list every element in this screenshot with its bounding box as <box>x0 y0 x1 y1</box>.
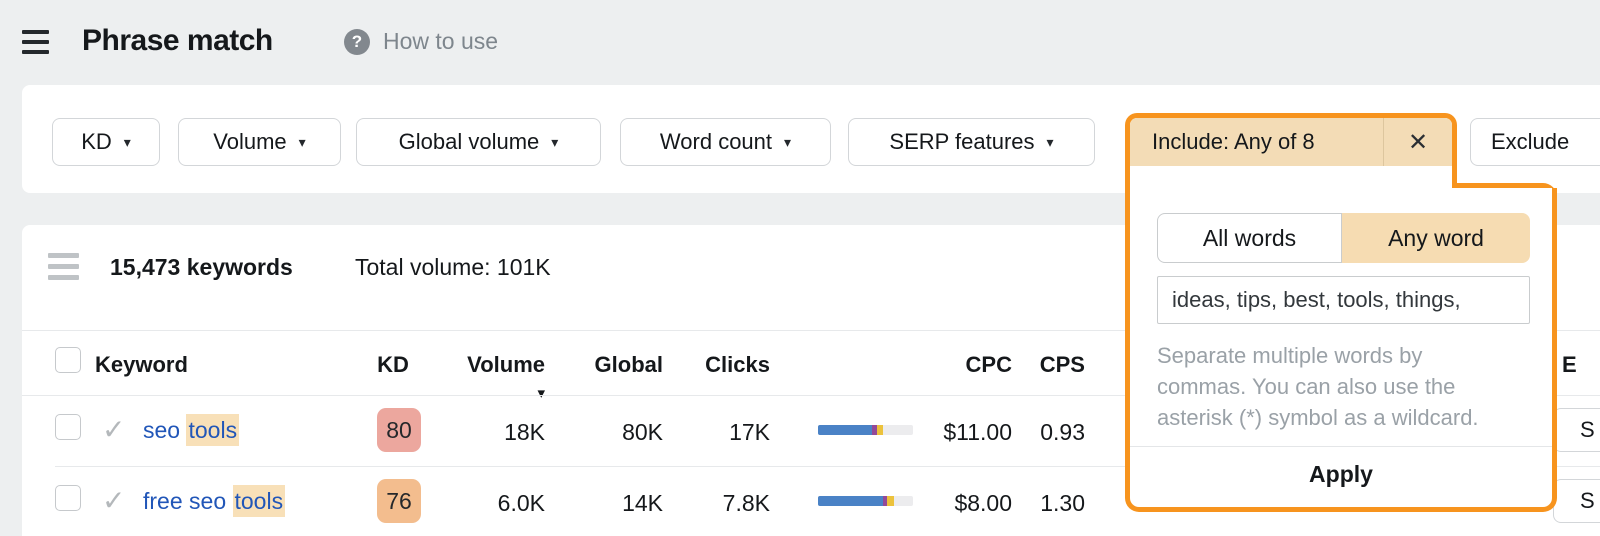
chevron-down-icon: ▾ <box>551 134 558 151</box>
include-filter-chip-button[interactable]: Include: Any of 8 ✕ <box>1130 118 1452 166</box>
tab-all-words[interactable]: All words <box>1157 213 1342 263</box>
chevron-down-icon: ▾ <box>784 134 791 151</box>
cpc-value: $11.00 <box>902 419 1012 446</box>
close-icon[interactable]: ✕ <box>1384 128 1452 157</box>
chevron-down-icon: ▾ <box>124 134 131 151</box>
keyword-text: seo <box>143 417 186 443</box>
column-header-global[interactable]: Global <box>573 352 663 378</box>
column-header-volume-label: Volume <box>467 352 545 377</box>
tab-all-words-label: All words <box>1203 225 1296 252</box>
chevron-down-icon: ▾ <box>299 134 306 151</box>
total-volume: Total volume: 101K <box>355 254 551 281</box>
clicks-value: 17K <box>680 419 770 446</box>
column-header-keyword[interactable]: Keyword <box>95 352 188 378</box>
keywords-count: 15,473 keywords <box>110 254 293 281</box>
keyword-link[interactable]: seo tools <box>143 417 239 444</box>
kd-badge: 76 <box>377 479 421 523</box>
keyword-text: free seo <box>143 488 233 514</box>
filter-word-count-button[interactable]: Word count ▾ <box>620 118 831 166</box>
cpc-value: $8.00 <box>902 490 1012 517</box>
include-filter-widget: Include: Any of 8 ✕ All words Any word S… <box>1125 113 1557 512</box>
filter-volume-button[interactable]: Volume ▾ <box>178 118 341 166</box>
tab-any-word-label: Any word <box>1388 225 1484 252</box>
include-filter-label: Include: Any of 8 <box>1130 129 1383 155</box>
kd-badge: 80 <box>377 408 421 452</box>
serp-button-partial[interactable]: S <box>1553 408 1600 452</box>
filter-serp-features-button[interactable]: SERP features ▾ <box>848 118 1095 166</box>
menu-icon[interactable] <box>22 30 50 57</box>
filter-global-volume-label: Global volume <box>399 129 540 155</box>
keyword-highlighted-text: tools <box>186 414 239 446</box>
word-match-toggle: All words Any word <box>1157 213 1530 263</box>
clicks-value: 7.8K <box>680 490 770 517</box>
column-header-kd[interactable]: KD <box>371 352 415 378</box>
chevron-down-icon: ▾ <box>1047 134 1054 151</box>
include-help-text: Separate multiple words by commas. You c… <box>1157 340 1497 433</box>
cps-value: 0.93 <box>1025 419 1085 446</box>
filter-volume-label: Volume <box>213 129 286 155</box>
column-header-cpc[interactable]: CPC <box>902 352 1012 378</box>
tab-any-word[interactable]: Any word <box>1342 213 1530 263</box>
clicks-distribution-bar <box>818 496 913 506</box>
include-filter-chip: Include: Any of 8 ✕ <box>1125 113 1457 188</box>
page-title: Phrase match <box>82 24 273 58</box>
volume-value: 6.0K <box>455 490 545 517</box>
help-question-icon[interactable]: ? <box>344 29 370 55</box>
filter-global-volume-button[interactable]: Global volume ▾ <box>356 118 601 166</box>
keyword-link[interactable]: free seo tools <box>143 488 285 515</box>
volume-value: 18K <box>455 419 545 446</box>
include-popup: All words Any word Separate multiple wor… <box>1125 188 1557 512</box>
global-volume-value: 14K <box>573 490 663 517</box>
serp-button-partial[interactable]: S <box>1553 479 1600 523</box>
column-header-cps[interactable]: CPS <box>1025 352 1085 378</box>
list-options-icon[interactable] <box>48 253 79 280</box>
include-words-input[interactable] <box>1157 276 1530 324</box>
apply-button[interactable]: Apply <box>1130 447 1552 502</box>
check-icon: ✓ <box>102 413 125 446</box>
how-to-use-link[interactable]: How to use <box>383 28 498 55</box>
keyword-highlighted-text: tools <box>233 485 286 517</box>
cps-value: 1.30 <box>1025 490 1085 517</box>
row-checkbox[interactable] <box>55 414 81 440</box>
column-header-clicks[interactable]: Clicks <box>680 352 770 378</box>
column-header-partial: E <box>1562 352 1577 378</box>
phrase-match-page: Phrase match ? How to use KD ▾ Volume ▾ … <box>0 0 1600 536</box>
global-volume-value: 80K <box>573 419 663 446</box>
clicks-distribution-bar <box>818 425 913 435</box>
row-checkbox[interactable] <box>55 485 81 511</box>
filter-kd-button[interactable]: KD ▾ <box>52 118 160 166</box>
filter-kd-label: KD <box>81 129 112 155</box>
filter-word-count-label: Word count <box>660 129 772 155</box>
select-all-checkbox[interactable] <box>55 347 81 373</box>
check-icon: ✓ <box>102 484 125 517</box>
filter-serp-features-label: SERP features <box>889 129 1034 155</box>
